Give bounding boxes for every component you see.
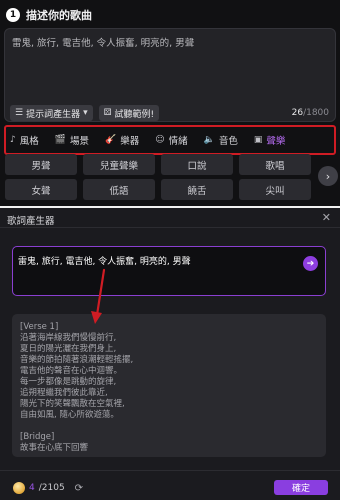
tab-style[interactable]: ♪ 風格	[10, 133, 39, 147]
tab-timbre[interactable]: 🔈 音色	[204, 133, 238, 147]
tab-instrument[interactable]: 🎸 樂器	[105, 133, 139, 147]
lyrics-prompt-input[interactable]: 雷鬼, 旅行, 電吉他, 令人振奮, 明亮的, 男聲 ➔	[12, 246, 326, 296]
next-tags-button[interactable]: ›	[318, 166, 338, 186]
tab-mood[interactable]: ☺ 情緒	[155, 133, 187, 147]
tag-female-vocal[interactable]: 女聲	[5, 179, 77, 200]
sample-button[interactable]: ⚄ 試聽範例!	[98, 105, 160, 121]
tab-mood-label: 情緒	[168, 136, 188, 147]
vocal-tags: 男聲 兒童聲樂 口說 歌唱 女聲 低語 饒舌 尖叫	[5, 154, 313, 204]
dialog-title: 歌詞產生器	[7, 216, 55, 227]
arrow-right-icon: ➔	[306, 258, 315, 269]
speaker-icon: 🔈	[203, 135, 215, 145]
vocal-icon: ▣	[253, 135, 263, 145]
tag-row: 女聲 低語 饒舌 尖叫	[5, 179, 313, 200]
character-count-max: /1800	[303, 108, 329, 118]
lyrics-prompt-text[interactable]: 雷鬼, 旅行, 電吉他, 令人振奮, 明亮的, 男聲	[18, 254, 191, 267]
tag-male-vocal[interactable]: 男聲	[5, 154, 77, 175]
dice-icon: ⚄	[103, 108, 112, 118]
list-edit-icon: ☰	[15, 108, 24, 118]
tag-children-vocal[interactable]: 兒童聲樂	[83, 154, 155, 175]
generate-lyrics-button[interactable]: ➔	[303, 256, 318, 271]
coin-icon	[13, 482, 25, 494]
style-icon: ♪	[10, 135, 16, 145]
tab-scene[interactable]: 🎬 場景	[55, 133, 89, 147]
tag-spoken[interactable]: 口說	[161, 154, 233, 175]
tab-vocal-label: 聲樂	[266, 136, 286, 147]
generated-lyrics[interactable]: [Verse 1] 沿著海岸線我們慢慢前行, 夏日的陽光灑在我們身上, 音樂的節…	[12, 314, 326, 457]
song-description-text[interactable]: 雷鬼, 旅行, 電吉他, 令人振奮, 明亮的, 男聲	[12, 35, 194, 49]
tab-vocal[interactable]: ▣ 聲樂	[254, 133, 286, 147]
footer-divider	[0, 470, 340, 471]
refresh-icon[interactable]: ⟳	[75, 483, 83, 494]
scene-icon: 🎬	[54, 135, 66, 145]
sample-label: 試聽範例!	[114, 109, 155, 120]
credits-indicator: 4/2105 ⟳	[13, 482, 83, 494]
tab-timbre-label: 音色	[218, 136, 238, 147]
character-count-used: 26	[291, 108, 304, 118]
song-description-input[interactable]: 雷鬼, 旅行, 電吉他, 令人振奮, 明亮的, 男聲 ☰ 提示詞產生器 ▾ ⚄ …	[4, 28, 336, 122]
lyrics-generator-dialog: 歌詞產生器 ✕ 雷鬼, 旅行, 電吉他, 令人振奮, 明亮的, 男聲 ➔ [Ve…	[0, 208, 340, 500]
tab-instrument-label: 樂器	[120, 136, 140, 147]
dialog-divider	[0, 227, 340, 228]
chevron-right-icon: ›	[325, 169, 331, 183]
description-actions: ☰ 提示詞產生器 ▾ ⚄ 試聽範例!	[10, 105, 160, 121]
tag-row: 男聲 兒童聲樂 口說 歌唱	[5, 154, 313, 175]
step-title: 描述你的歌曲	[26, 9, 92, 22]
emoji-icon: ☺	[155, 135, 165, 145]
tag-whisper[interactable]: 低語	[83, 179, 155, 200]
character-count: 26/1800	[292, 108, 329, 118]
caret-down-icon: ▾	[83, 108, 88, 118]
tab-scene-label: 場景	[69, 136, 89, 147]
prompt-generator-button[interactable]: ☰ 提示詞產生器 ▾	[10, 105, 93, 121]
close-icon[interactable]: ✕	[322, 211, 331, 224]
tag-scream[interactable]: 尖叫	[239, 179, 311, 200]
tab-style-label: 風格	[19, 136, 39, 147]
confirm-button[interactable]: 確定	[274, 480, 328, 495]
lyrics-text: [Verse 1] 沿著海岸線我們慢慢前行, 夏日的陽光灑在我們身上, 音樂的節…	[20, 322, 134, 453]
credits-total: /2105	[38, 483, 65, 493]
tag-singing[interactable]: 歌唱	[239, 154, 311, 175]
category-tabs: ♪ 風格 🎬 場景 🎸 樂器 ☺ 情緒 🔈 音色 ▣ 聲樂	[10, 129, 332, 151]
credits-used: 4	[29, 483, 35, 493]
prompt-generator-label: 提示詞產生器	[26, 109, 81, 120]
step-header: 1 描述你的歌曲	[6, 6, 92, 24]
step-number: 1	[6, 8, 20, 22]
tag-rap[interactable]: 饒舌	[161, 179, 233, 200]
guitar-icon: 🎸	[105, 135, 117, 145]
